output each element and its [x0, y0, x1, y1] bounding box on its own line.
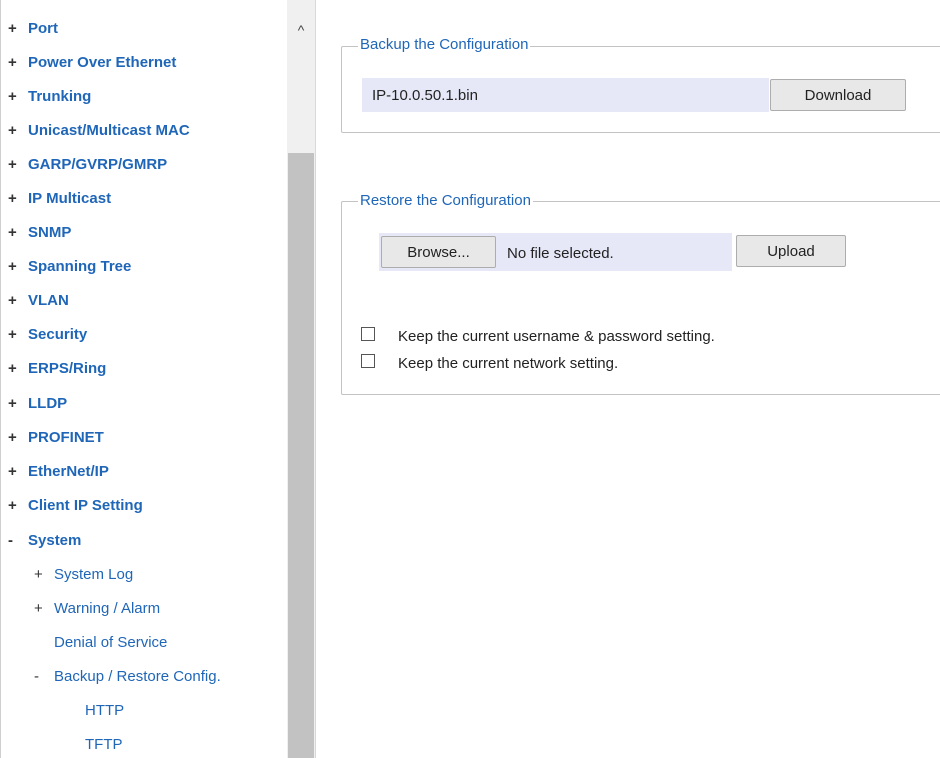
keep-network-label: Keep the current network setting. — [398, 355, 619, 372]
sidebar-item-unicast-multicast-mac[interactable]: + Unicast/Multicast MAC — [0, 121, 190, 141]
sidebar-item-client-ip-setting[interactable]: + Client IP Setting — [0, 496, 143, 516]
scroll-up-icon[interactable]: ^ — [287, 18, 315, 42]
sidebar-item-label: Client IP Setting — [28, 497, 143, 514]
sidebar-item-label: Denial of Service — [54, 634, 168, 651]
sidebar-item-snmp[interactable]: + SNMP — [0, 223, 71, 243]
sidebar-item-label: Spanning Tree — [28, 258, 132, 275]
expand-sign: + — [34, 566, 43, 583]
sidebar-item-label: EtherNet/IP — [28, 463, 109, 480]
sidebar-item-profinet[interactable]: + PROFINET — [0, 428, 104, 448]
expand-sign: + — [8, 395, 17, 412]
file-status: No file selected. — [507, 245, 614, 262]
sidebar-item-label: Power Over Ethernet — [28, 54, 177, 71]
sidebar-item-trunking[interactable]: + Trunking — [0, 87, 91, 107]
sidebar-item-tftp[interactable]: TFTP — [85, 735, 123, 755]
scrollbar-thumb[interactable] — [288, 153, 314, 758]
sidebar-item-garp[interactable]: + GARP/GVRP/GMRP — [0, 155, 167, 175]
sidebar-item-security[interactable]: + Security — [0, 325, 87, 345]
expand-sign: + — [8, 258, 17, 275]
sidebar-item-label: IP Multicast — [28, 190, 112, 207]
expand-sign: + — [8, 54, 17, 71]
sidebar-nav: + Port + Power Over Ethernet + Trunking + Un… — [0, 0, 316, 758]
expand-sign: + — [8, 463, 17, 480]
expand-sign: + — [8, 88, 17, 105]
download-button[interactable]: Download — [770, 79, 906, 111]
sidebar-item-vlan[interactable]: + VLAN — [0, 291, 69, 311]
sidebar-item-system[interactable]: - System — [0, 531, 81, 551]
upload-button[interactable]: Upload — [736, 235, 846, 267]
sidebar-item-label: Trunking — [28, 88, 92, 105]
sidebar-item-label: Unicast/Multicast MAC — [28, 122, 190, 139]
expand-sign: + — [8, 224, 17, 241]
sidebar-item-label: SNMP — [28, 224, 72, 241]
sidebar-item-label: Port — [28, 20, 58, 37]
expand-sign: + — [8, 497, 17, 514]
sidebar-item-port[interactable]: + Port — [0, 19, 58, 39]
expand-sign: + — [8, 156, 17, 173]
sidebar-item-lldp[interactable]: + LLDP — [0, 394, 67, 414]
expand-sign: + — [34, 600, 43, 617]
keep-user-label: Keep the current username & password set… — [398, 328, 715, 345]
sidebar-item-denial-of-service[interactable]: Denial of Service — [26, 633, 167, 653]
restore-legend: Restore the Configuration — [358, 192, 533, 210]
sidebar-item-label: GARP/GVRP/GMRP — [28, 156, 168, 173]
expand-sign: + — [8, 190, 17, 207]
sidebar-item-label: PROFINET — [28, 429, 104, 446]
browse-button[interactable]: Browse... — [381, 236, 496, 268]
expand-sign: + — [8, 429, 17, 446]
sidebar-item-label: System Log — [54, 566, 134, 583]
keep-user-checkbox[interactable] — [361, 327, 375, 341]
sidebar-item-warning-alarm[interactable]: + Warning / Alarm — [26, 599, 160, 619]
collapse-sign: - — [34, 668, 39, 685]
sidebar-item-label: LLDP — [28, 395, 68, 412]
expand-sign: + — [8, 360, 17, 377]
expand-sign: + — [8, 20, 17, 37]
sidebar-item-http[interactable]: HTTP — [85, 701, 124, 721]
sidebar-item-ip-multicast[interactable]: + IP Multicast — [0, 189, 111, 209]
sidebar-item-system-log[interactable]: + System Log — [26, 565, 133, 585]
backup-legend: Backup the Configuration — [358, 36, 531, 54]
collapse-sign: - — [8, 532, 13, 549]
sidebar-item-backup-restore[interactable]: - Backup / Restore Config. — [26, 667, 221, 687]
sidebar-border — [0, 0, 1, 758]
expand-sign: + — [8, 326, 17, 343]
sidebar-item-label: TFTP — [85, 736, 123, 753]
sidebar-item-label: ERPS/Ring — [28, 360, 107, 377]
sidebar-item-label: System — [28, 532, 82, 549]
sidebar-item-poe[interactable]: + Power Over Ethernet — [0, 53, 176, 73]
sidebar-item-label: Security — [28, 326, 88, 343]
sidebar-item-erps-ring[interactable]: + ERPS/Ring — [0, 359, 106, 379]
backup-filename: IP-10.0.50.1.bin — [362, 78, 769, 112]
expand-sign: + — [8, 122, 17, 139]
sidebar-item-label: Backup / Restore Config. — [54, 668, 221, 685]
sidebar-item-label: Warning / Alarm — [54, 600, 161, 617]
sidebar-item-ethernet-ip[interactable]: + EtherNet/IP — [0, 462, 109, 482]
sidebar-item-label: HTTP — [85, 702, 125, 719]
keep-network-checkbox[interactable] — [361, 354, 375, 368]
sidebar-item-spanning-tree[interactable]: + Spanning Tree — [0, 257, 131, 277]
expand-sign: + — [8, 292, 17, 309]
sidebar-item-label: VLAN — [28, 292, 69, 309]
